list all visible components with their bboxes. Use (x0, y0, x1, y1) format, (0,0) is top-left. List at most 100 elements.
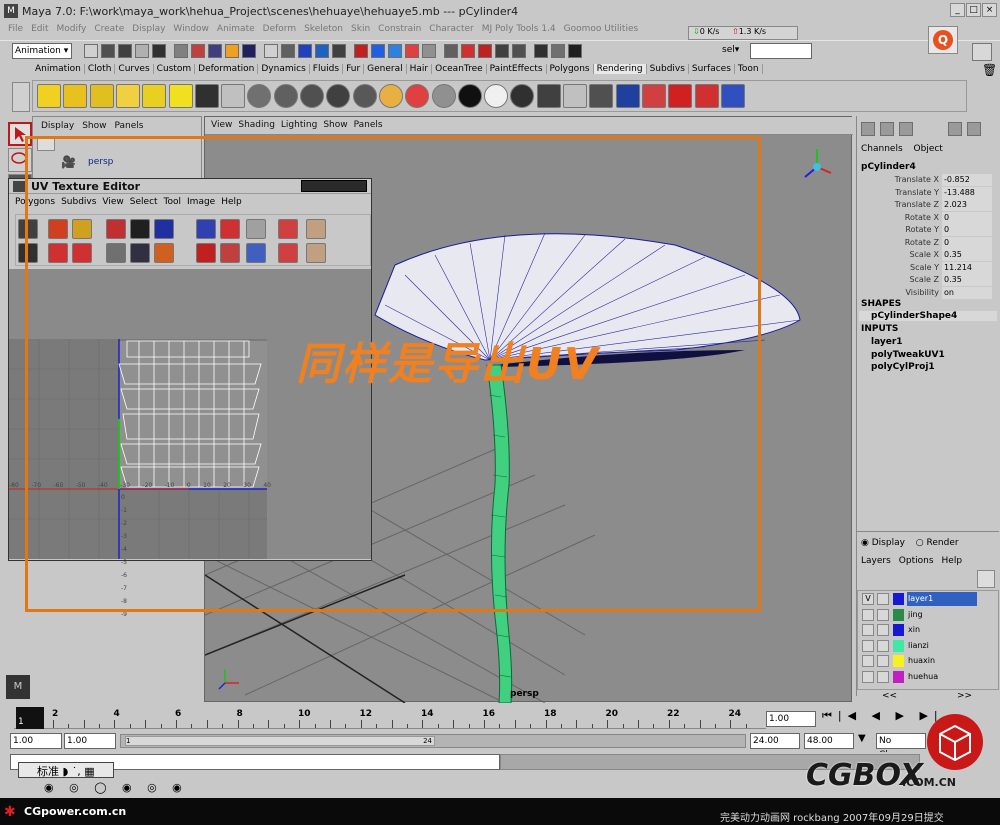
channel-value[interactable]: 0.35 (942, 274, 992, 286)
shelf-tool-icon[interactable] (37, 84, 61, 108)
shelf-tab-general[interactable]: General (364, 64, 407, 74)
layer-menu-item[interactable]: Layers (861, 556, 891, 566)
shelf-tab-custom[interactable]: Custom (154, 64, 196, 74)
main-menu-item[interactable]: Character (429, 24, 473, 34)
main-menu-item[interactable]: Create (94, 24, 124, 34)
shelf-tool-icon[interactable] (431, 84, 456, 108)
shelf-tool-icon[interactable] (457, 84, 482, 108)
maya-app-icon[interactable]: M (4, 4, 18, 18)
toggle-panel-icon[interactable] (972, 43, 992, 61)
status-tool-icon[interactable] (461, 44, 475, 58)
channel-value[interactable]: 0.35 (942, 249, 992, 261)
shelf-tab-deformation[interactable]: Deformation (195, 64, 259, 74)
layer-row[interactable]: jing (860, 608, 978, 623)
channel-row[interactable]: Scale Z 0.35 (857, 274, 999, 287)
layer-menu-item[interactable]: Options (899, 556, 934, 566)
shelf-tool-icon[interactable] (668, 84, 693, 108)
status-tool-icon[interactable] (264, 44, 278, 58)
channel-value[interactable]: -0.852 (942, 174, 992, 186)
channel-row[interactable]: Rotate Y0 (857, 224, 999, 237)
channel-value[interactable]: -13.488 (942, 186, 992, 199)
status-tool-icon[interactable] (281, 44, 295, 58)
viewport-menu-item[interactable]: Lighting (281, 120, 317, 130)
shelf-tab-surfaces[interactable]: Surfaces (689, 64, 735, 74)
status-tool-icon[interactable] (444, 44, 458, 58)
range-start-field[interactable]: 1.00 (64, 733, 116, 749)
shelf-tool-icon[interactable] (720, 84, 745, 108)
layer-name[interactable]: layer1 (907, 592, 977, 606)
status-tool-icon[interactable] (84, 44, 98, 58)
shelf-tab-fur[interactable]: Fur (343, 64, 365, 74)
channel-row[interactable]: Rotate X0 (857, 211, 999, 225)
status-tool-icon[interactable] (118, 44, 132, 58)
shelf-tab-fluids[interactable]: Fluids (310, 64, 344, 74)
channel-row[interactable]: Visibility on (857, 286, 999, 300)
shelf-menu-icon[interactable] (12, 82, 30, 112)
shelf-tab-animation[interactable]: Animation (32, 64, 85, 74)
input-node[interactable]: polyTweakUV1 (871, 350, 945, 363)
viewport-menu-item[interactable]: Show (323, 120, 347, 130)
status-tool-icon[interactable] (495, 44, 509, 58)
shape-name[interactable]: pCylinderShape4 (859, 311, 997, 321)
layer-color-swatch[interactable] (893, 655, 904, 667)
tool-settings-icon[interactable] (898, 122, 913, 136)
channel-value[interactable]: 0 (942, 224, 992, 236)
input-node[interactable]: polyCylProj1 (871, 362, 945, 375)
quicklaunch-icons[interactable]: ◉ ◎ ◯ ◉ ◎ ◉ (44, 781, 188, 794)
channels-menu[interactable]: Channels (861, 144, 903, 154)
range-slider-handle[interactable]: 1 24 (125, 736, 435, 746)
layer-visibility-toggle[interactable] (862, 624, 874, 636)
shelf-tab-curves[interactable]: Curves (115, 64, 154, 74)
maximize-button[interactable]: □ (966, 3, 981, 17)
layer-menu-item[interactable]: Help (942, 556, 963, 566)
status-tool-icon[interactable] (174, 44, 188, 58)
status-tool-icon[interactable] (551, 44, 565, 58)
main-menu-item[interactable]: Deform (263, 24, 296, 34)
shelf-tab-hair[interactable]: Hair (407, 64, 433, 74)
display-radio[interactable]: ◉ (861, 538, 869, 548)
layer-visibility-toggle[interactable] (862, 655, 874, 667)
channel-row[interactable]: Translate X -0.852 (857, 174, 999, 187)
outliner-menu-item[interactable]: Display (41, 121, 74, 131)
main-menu-item[interactable]: Window (173, 24, 209, 34)
shelf-tool-icon[interactable] (273, 84, 298, 108)
shelf-tool-icon[interactable] (352, 84, 377, 108)
shelf-tab-toon[interactable]: Toon (735, 64, 763, 74)
main-menu-item[interactable]: Constrain (378, 24, 421, 34)
channel-value[interactable]: on (942, 286, 992, 299)
layer-template-toggle[interactable] (877, 655, 889, 667)
channel-value[interactable]: 11.214 (942, 261, 992, 274)
menu-set-dropdown[interactable]: Animation ▾ (12, 43, 72, 59)
shelf-tool-icon[interactable] (326, 84, 351, 108)
channel-row[interactable]: Scale X 0.35 (857, 249, 999, 262)
status-tool-icon[interactable] (512, 44, 526, 58)
layer-color-swatch[interactable] (893, 608, 904, 621)
status-tool-icon[interactable] (405, 44, 419, 58)
layer-template-toggle[interactable] (877, 639, 889, 652)
layer-row[interactable]: huehua (860, 670, 978, 685)
time-slider[interactable]: 2 4 6 8 10 12 14 16 18 20 22 24 1 1.00 ⏮|◀ ◀ ▶ ▶| (0, 703, 1000, 731)
channel-value[interactable]: 0 (942, 236, 992, 249)
shelf-tool-icon[interactable] (142, 84, 167, 108)
layer-name[interactable]: lianzi (907, 639, 977, 653)
channel-row[interactable]: Scale Y 11.214 (857, 261, 999, 275)
shelf-tab-subdivs[interactable]: Subdivs (647, 64, 689, 74)
layer-template-toggle[interactable] (877, 608, 889, 621)
layer-visibility-toggle[interactable] (862, 608, 874, 621)
main-menu-item[interactable]: Modify (57, 24, 87, 34)
layer-name[interactable]: huehua (907, 670, 977, 684)
status-tool-icon[interactable] (191, 44, 205, 58)
status-tool-icon[interactable] (478, 44, 492, 58)
status-tool-icon[interactable] (152, 44, 166, 58)
layer-prev-button[interactable]: << (882, 691, 897, 701)
status-tool-icon[interactable] (242, 44, 256, 58)
main-menu-item[interactable]: Display (132, 24, 165, 34)
shelf-tool-icon[interactable] (510, 84, 535, 108)
shelf-tab-painteffects[interactable]: PaintEffects (487, 64, 547, 74)
shelf-tool-icon[interactable] (641, 84, 666, 108)
layer-template-toggle[interactable] (877, 624, 889, 636)
current-time-field[interactable]: 1.00 (766, 711, 816, 727)
channel-row[interactable]: Translate Y -13.488 (857, 186, 999, 200)
status-tool-icon[interactable] (225, 44, 239, 58)
layer-template-toggle[interactable] (877, 670, 889, 683)
